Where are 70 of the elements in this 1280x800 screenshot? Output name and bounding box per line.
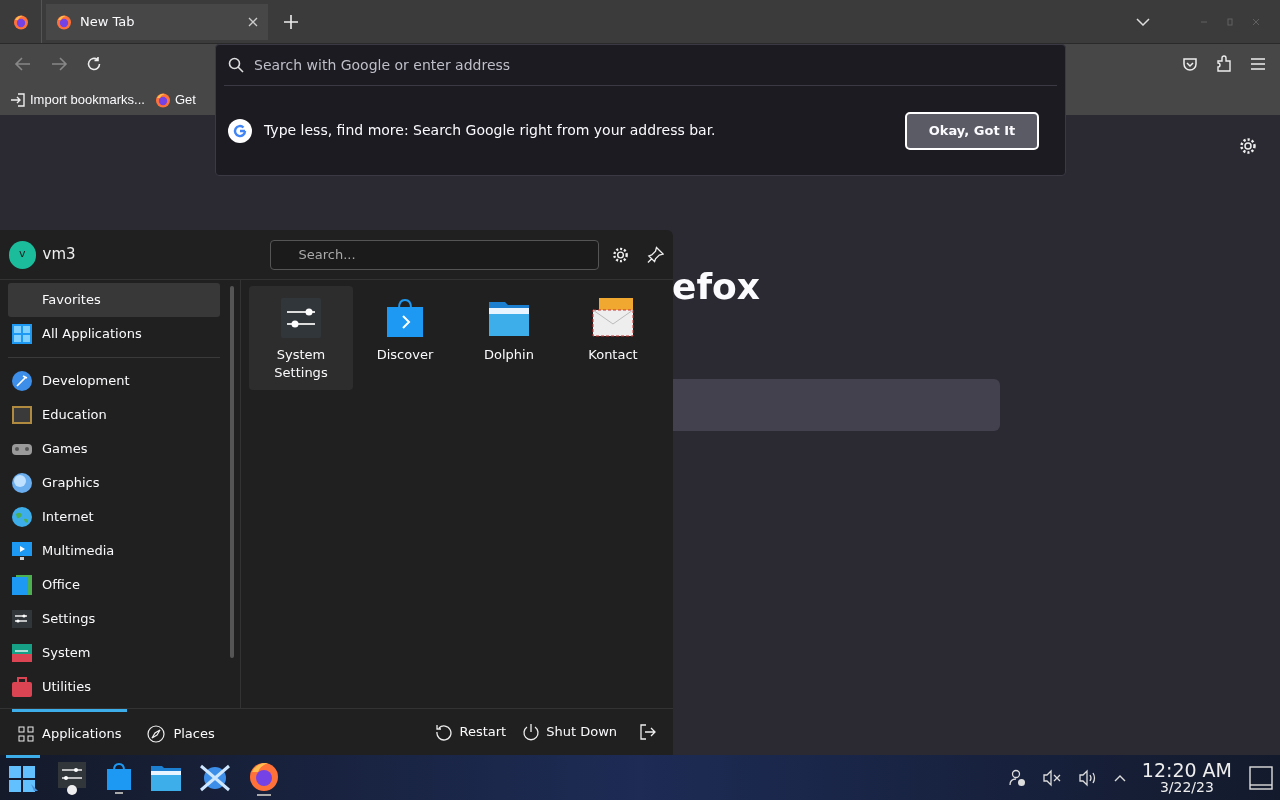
logout-icon[interactable] — [639, 723, 657, 741]
firefox-icon — [154, 91, 171, 108]
category-item[interactable]: Development — [8, 364, 220, 398]
toolbox-icon — [11, 676, 34, 698]
grid-icon — [18, 725, 34, 742]
category-item[interactable]: Office — [8, 568, 220, 602]
clock[interactable]: 12:20 AM 3/22/23 — [1141, 761, 1232, 794]
restart-icon — [435, 723, 454, 741]
category-item[interactable]: Games — [8, 432, 220, 466]
user-icon[interactable] — [1007, 768, 1026, 787]
forward-icon[interactable] — [50, 56, 68, 72]
earth-icon — [11, 506, 34, 528]
chevron-down-icon — [1136, 17, 1150, 26]
launcher-tab[interactable]: Applications — [12, 709, 128, 755]
category-item[interactable]: Education — [8, 398, 220, 432]
settings-icon[interactable] — [1239, 137, 1257, 155]
monitor-icon — [11, 540, 34, 562]
restart-button[interactable]: Restart — [435, 722, 507, 742]
browser-tab[interactable]: New Tab — [46, 3, 268, 40]
suggestion-text: Type less, find more: Search Google right from your address bar. — [264, 121, 717, 140]
grid-icon — [11, 323, 34, 345]
shopping-bag-icon[interactable] — [104, 761, 134, 794]
folder-icon[interactable] — [150, 763, 182, 792]
category-item[interactable]: Graphics — [8, 466, 220, 500]
user-avatar[interactable]: v — [9, 240, 36, 269]
speaker-icon[interactable] — [1077, 768, 1098, 787]
new-tab-button[interactable] — [282, 12, 300, 31]
plus-icon — [284, 14, 298, 29]
tab-list-button[interactable] — [1136, 17, 1150, 26]
pocket-icon[interactable] — [1182, 56, 1198, 72]
menu-icon[interactable] — [1250, 57, 1266, 71]
puzzle-icon[interactable] — [1216, 55, 1232, 73]
category-item[interactable]: Settings — [8, 602, 220, 636]
app-tile[interactable]: Discover — [353, 286, 457, 390]
chevron-up-icon[interactable] — [1113, 773, 1126, 782]
search-field[interactable]: Search... — [269, 239, 599, 270]
app-tile[interactable]: Dolphin — [457, 286, 561, 390]
bookmark-item[interactable]: Import bookmarks... — [10, 89, 145, 110]
category-item[interactable]: System — [8, 636, 220, 670]
category-item[interactable]: All Applications — [8, 317, 220, 351]
firefox-icon — [12, 13, 29, 30]
address-field[interactable]: Search with Google or enter address — [254, 54, 1053, 76]
document-icon — [11, 574, 34, 596]
category-item[interactable]: Utilities — [8, 670, 220, 704]
close-icon[interactable] — [248, 16, 258, 27]
user-name: vm3 — [42, 244, 76, 266]
globe-icon — [11, 472, 34, 494]
app-tile[interactable]: Kontact — [561, 286, 665, 390]
envelope-icon — [591, 296, 635, 340]
launcher-tab[interactable]: Places — [141, 709, 221, 755]
pin-icon[interactable] — [646, 245, 664, 264]
category-item[interactable]: Multimedia — [8, 534, 220, 568]
power-icon — [522, 723, 541, 741]
shutdown-button[interactable]: Shut Down — [522, 722, 617, 742]
app-tile[interactable]: System Settings — [249, 286, 353, 390]
show-desktop-icon[interactable] — [1248, 764, 1274, 791]
back-icon[interactable] — [14, 56, 32, 72]
import-icon — [10, 91, 26, 108]
settings-icon[interactable] — [611, 245, 629, 264]
category-item[interactable]: Favorites — [8, 283, 220, 317]
okay-button[interactable]: Okay, Got It — [905, 111, 1039, 150]
search-icon — [228, 57, 244, 73]
page-heading: efox — [672, 269, 761, 305]
chalkboard-icon — [11, 404, 34, 426]
category-item[interactable]: Internet — [8, 500, 220, 534]
google-icon — [228, 118, 252, 143]
firefox-icon — [56, 13, 72, 30]
reload-icon[interactable] — [86, 56, 102, 72]
muted-speaker-icon[interactable] — [1041, 768, 1062, 787]
bookmark-item[interactable]: Get — [154, 89, 196, 110]
